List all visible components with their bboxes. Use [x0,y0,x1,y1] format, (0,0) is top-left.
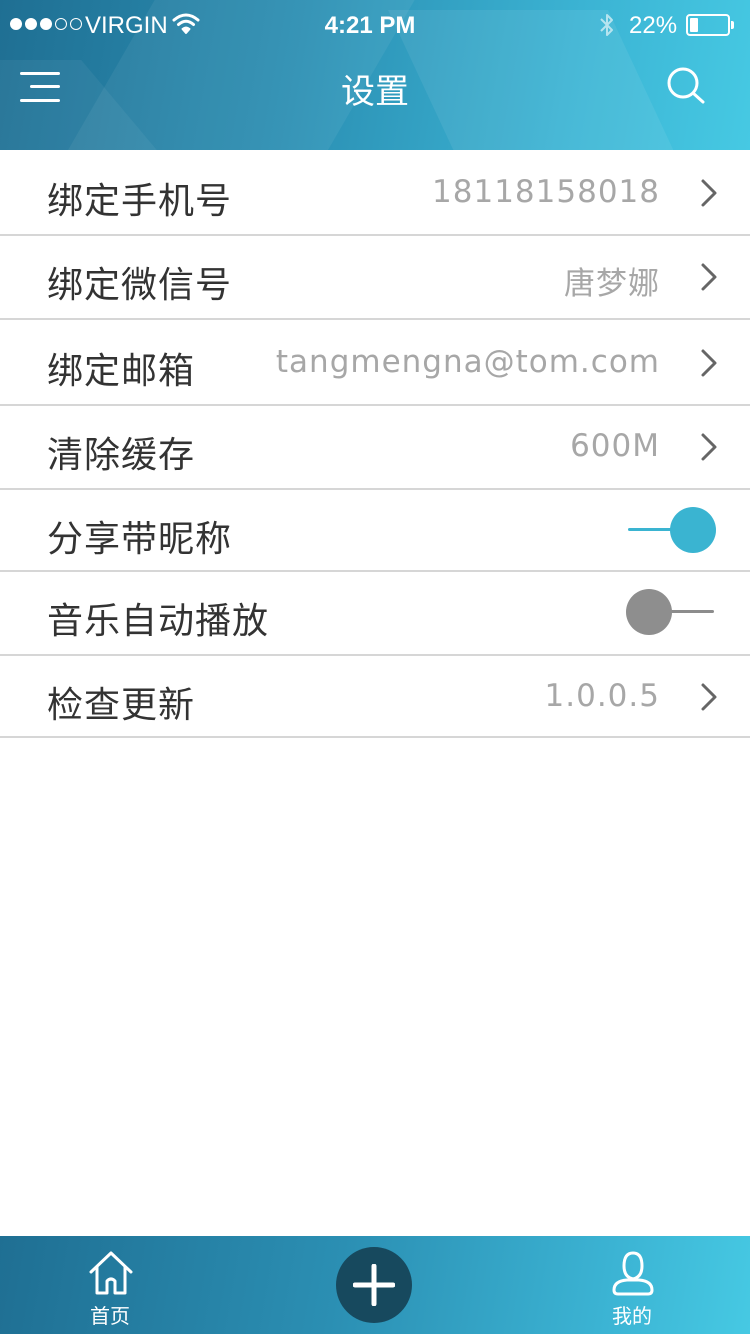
setting-value: 1.0.0.5 [544,678,660,714]
setting-share-nickname: 分享带昵称 [0,490,750,572]
setting-value: 600M [570,428,660,464]
setting-music-autoplay: 音乐自动播放 [0,572,750,656]
setting-label: 清除缓存 [47,435,196,476]
setting-bind-wechat[interactable]: 绑定微信号 唐梦娜 [0,236,750,320]
setting-check-update[interactable]: 检查更新 1.0.0.5 [0,656,750,738]
tab-mine[interactable]: 我的 [572,1236,692,1334]
setting-bind-phone[interactable]: 绑定手机号 18118158018 [0,150,750,236]
setting-label: 绑定邮箱 [47,351,196,392]
battery-percent: 22% [629,12,678,39]
search-icon[interactable] [666,66,706,106]
setting-label: 检查更新 [47,685,196,726]
page-title: 设置 [341,72,409,112]
tab-home[interactable]: 首页 [50,1236,170,1334]
setting-value: 唐梦娜 [564,266,660,302]
music-autoplay-toggle[interactable] [626,588,716,636]
chevron-right-icon [701,349,717,377]
user-icon [612,1251,654,1296]
add-button[interactable] [336,1247,412,1323]
setting-value: tangmengna@tom.com [275,344,660,380]
chevron-right-icon [701,179,717,207]
status-bar: VIRGIN 4:21 PM 22% [0,0,750,50]
setting-bind-email[interactable]: 绑定邮箱 tangmengna@tom.com [0,320,750,406]
setting-label: 绑定手机号 [47,181,233,222]
chevron-right-icon [701,683,717,711]
bluetooth-icon [600,14,613,36]
header: VIRGIN 4:21 PM 22% 设置 [0,0,750,150]
chevron-right-icon [701,263,717,291]
plus-icon [353,1264,395,1306]
setting-label: 音乐自动播放 [47,601,270,642]
setting-label: 绑定微信号 [47,265,233,306]
home-icon [89,1251,133,1295]
share-nickname-toggle[interactable] [626,506,716,554]
setting-label: 分享带昵称 [47,519,233,560]
tab-home-label: 首页 [90,1304,130,1328]
settings-list: 绑定手机号 18118158018 绑定微信号 唐梦娜 绑定邮箱 tangmen… [0,150,750,738]
tab-bar: 首页 我的 [0,1236,750,1334]
tab-mine-label: 我的 [612,1304,652,1328]
chevron-right-icon [701,433,717,461]
setting-clear-cache[interactable]: 清除缓存 600M [0,406,750,490]
battery-icon [686,14,734,36]
setting-value: 18118158018 [432,174,660,210]
